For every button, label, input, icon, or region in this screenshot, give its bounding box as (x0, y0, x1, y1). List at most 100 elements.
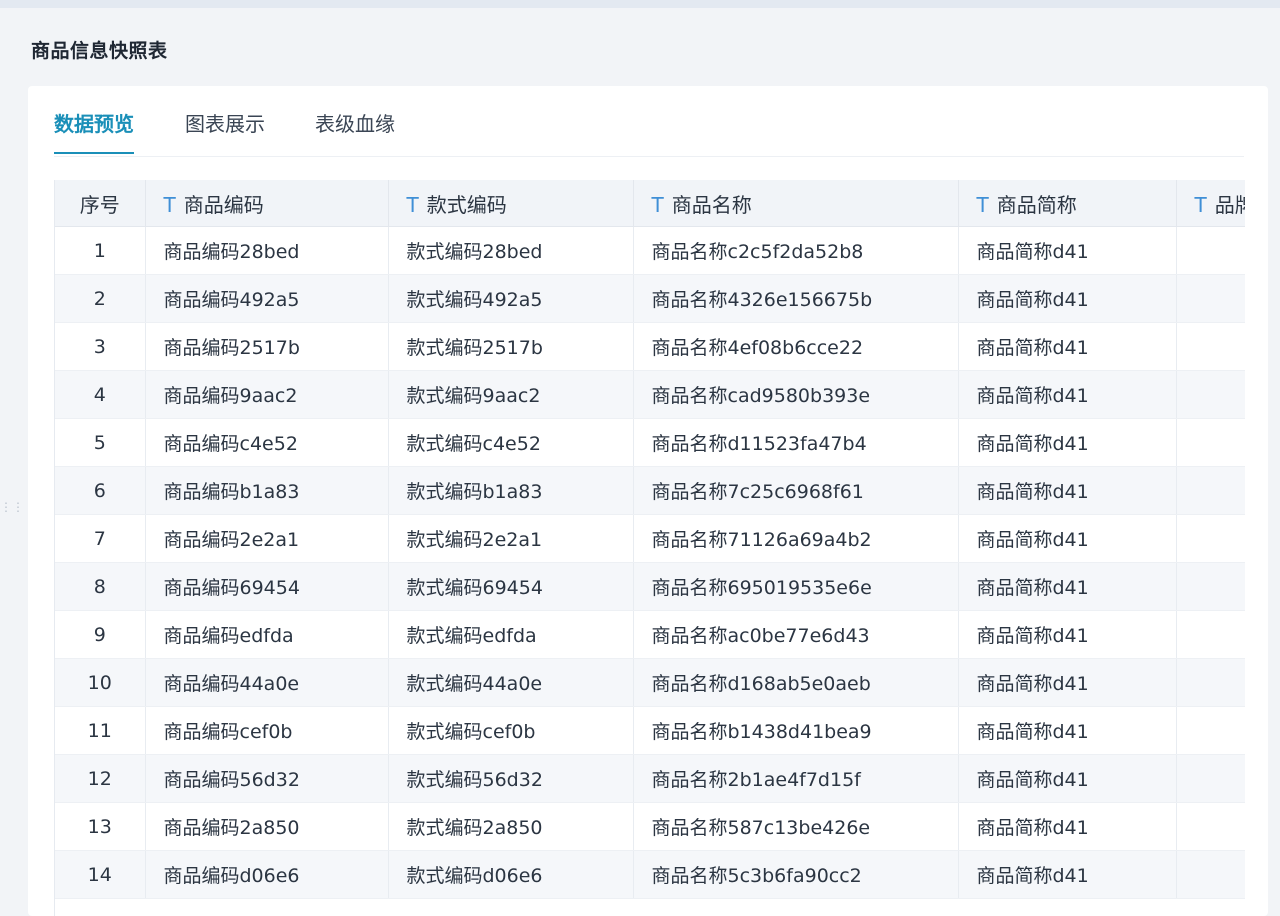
table-row[interactable]: 12 商品编码56d32 款式编码56d32 商品名称2b1ae4f7d15f 商品简称… (55, 754, 1245, 803)
cell-style-code: 款式编码2a850 (388, 802, 634, 851)
cell-style-code: 款式编码56d32 (388, 754, 634, 803)
text-type-icon: T (976, 192, 989, 217)
table-row[interactable]: 6 商品编码b1a83 款式编码b1a83 商品名称7c25c6968f61 商品简称d… (55, 466, 1245, 515)
cell-product-name: 商品名称695019535e6e (633, 562, 959, 611)
cell-product-code: 商品编码28bed (145, 226, 389, 275)
cell-product-short-name: 商品简称d41 (958, 562, 1177, 611)
cell-brand (1176, 274, 1245, 323)
cell-style-code: 款式编码b1a83 (388, 466, 634, 515)
table-row[interactable]: 2 商品编码492a5 款式编码492a5 商品名称4326e156675b 商品简称d… (55, 274, 1245, 323)
tab-chart-display[interactable]: 图表展示 (185, 108, 265, 154)
cell-product-short-name: 商品简称d41 (958, 850, 1177, 899)
cell-index: 13 (55, 802, 146, 851)
cell-product-short-name: 商品简称d41 (958, 370, 1177, 419)
cell-product-name: 商品名称4ef08b6cce22 (633, 322, 959, 371)
column-header-style-code[interactable]: T 款式编码 (388, 180, 634, 227)
cell-product-code: 商品编码edfda (145, 610, 389, 659)
cell-product-code: 商品编码56d32 (145, 754, 389, 803)
cell-product-name: 商品名称5c3b6fa90cc2 (633, 850, 959, 899)
cell-product-short-name: 商品简称d41 (958, 514, 1177, 563)
column-header-product-name[interactable]: T 商品名称 (633, 180, 959, 227)
cell-style-code: 款式编码cef0b (388, 706, 634, 755)
cell-product-name: 商品名称7c25c6968f61 (633, 466, 959, 515)
cell-product-code: 商品编码b1a83 (145, 466, 389, 515)
cell-product-short-name: 商品简称d41 (958, 658, 1177, 707)
cell-product-code: 商品编码2517b (145, 322, 389, 371)
table-row[interactable]: 9 商品编码edfda 款式编码edfda 商品名称ac0be77e6d43 商品简称d… (55, 610, 1245, 659)
cell-product-name: 商品名称587c13be426e (633, 802, 959, 851)
cell-product-code: 商品编码d06e6 (145, 850, 389, 899)
cell-index: 6 (55, 466, 146, 515)
tab-data-preview[interactable]: 数据预览 (54, 108, 134, 154)
column-header-brand[interactable]: T品牌 (1176, 180, 1245, 227)
cell-brand (1176, 802, 1245, 851)
table-row[interactable]: 3 商品编码2517b 款式编码2517b 商品名称4ef08b6cce22 商品简称d… (55, 322, 1245, 371)
cell-brand (1176, 466, 1245, 515)
page-title: 商品信息快照表 (31, 40, 168, 62)
table-row[interactable]: 14 商品编码d06e6 款式编码d06e6 商品名称5c3b6fa90cc2 商品简称… (55, 850, 1245, 899)
cell-product-code: 商品编码69454 (145, 562, 389, 611)
cell-product-code: 商品编码cef0b (145, 706, 389, 755)
table-row[interactable]: 10 商品编码44a0e 款式编码44a0e 商品名称d168ab5e0aeb 商品简称… (55, 658, 1245, 707)
cell-style-code: 款式编码44a0e (388, 658, 634, 707)
cell-brand (1176, 418, 1245, 467)
column-header-product-short-name[interactable]: T 商品简称 (958, 180, 1177, 227)
cell-index: 1 (55, 226, 146, 275)
cell-product-short-name: 商品简称d41 (958, 274, 1177, 323)
cell-brand (1176, 658, 1245, 707)
cell-product-name: 商品名称d11523fa47b4 (633, 418, 959, 467)
table-body: 1 商品编码28bed 款式编码28bed 商品名称c2c5f2da52b8 商品简称d… (55, 226, 1245, 899)
cell-index: 9 (55, 610, 146, 659)
text-type-icon: T (406, 192, 419, 217)
cell-index: 12 (55, 754, 146, 803)
cell-brand (1176, 562, 1245, 611)
cell-index: 11 (55, 706, 146, 755)
cell-style-code: 款式编码d06e6 (388, 850, 634, 899)
cell-style-code: 款式编码28bed (388, 226, 634, 275)
table-row[interactable]: 5 商品编码c4e52 款式编码c4e52 商品名称d11523fa47b4 商品简称d… (55, 418, 1245, 467)
text-type-icon: T (163, 192, 176, 217)
cell-brand (1176, 754, 1245, 803)
top-strip (0, 0, 1280, 8)
cell-brand (1176, 610, 1245, 659)
cell-index: 14 (55, 850, 146, 899)
cell-index: 10 (55, 658, 146, 707)
cell-product-code: 商品编码44a0e (145, 658, 389, 707)
table-row[interactable]: 4 商品编码9aac2 款式编码9aac2 商品名称cad9580b393e 商品简称d… (55, 370, 1245, 419)
column-header-index[interactable]: 序号 (55, 180, 146, 227)
drag-handle-icon[interactable]: ⋮⋮ (0, 501, 24, 529)
cell-product-name: 商品名称c2c5f2da52b8 (633, 226, 959, 275)
cell-style-code: 款式编码edfda (388, 610, 634, 659)
table-row[interactable]: 11 商品编码cef0b 款式编码cef0b 商品名称b1438d41bea9 商品简称… (55, 706, 1245, 755)
cell-product-short-name: 商品简称d41 (958, 226, 1177, 275)
table-row[interactable]: 1 商品编码28bed 款式编码28bed 商品名称c2c5f2da52b8 商品简称d… (55, 226, 1245, 275)
table-row[interactable]: 7 商品编码2e2a1 款式编码2e2a1 商品名称71126a69a4b2 商品简称d… (55, 514, 1245, 563)
cell-product-code: 商品编码c4e52 (145, 418, 389, 467)
table-row[interactable]: 8 商品编码69454 款式编码69454 商品名称695019535e6e 商品简称d… (55, 562, 1245, 611)
cell-index: 4 (55, 370, 146, 419)
cell-index: 8 (55, 562, 146, 611)
cell-product-short-name: 商品简称d41 (958, 466, 1177, 515)
column-header-product-code[interactable]: T 商品编码 (145, 180, 389, 227)
cell-brand (1176, 226, 1245, 275)
tab-table-lineage[interactable]: 表级血缘 (315, 108, 395, 154)
cell-index: 7 (55, 514, 146, 563)
cell-product-code: 商品编码492a5 (145, 274, 389, 323)
cell-brand (1176, 850, 1245, 899)
cell-style-code: 款式编码c4e52 (388, 418, 634, 467)
cell-product-code: 商品编码9aac2 (145, 370, 389, 419)
cell-index: 2 (55, 274, 146, 323)
cell-product-short-name: 商品简称d41 (958, 802, 1177, 851)
cell-product-code: 商品编码2a850 (145, 802, 389, 851)
data-table-container: 序号 T商品编码 T款式编码 T商品名称 T商品简称 T品牌 1商品编码28be… (54, 180, 1245, 916)
cell-style-code: 款式编码492a5 (388, 274, 634, 323)
cell-product-short-name: 商品简称d41 (958, 418, 1177, 467)
cell-brand (1176, 322, 1245, 371)
table-row[interactable]: 13 商品编码2a850 款式编码2a850 商品名称587c13be426e 商品简称… (55, 802, 1245, 851)
cell-index: 5 (55, 418, 146, 467)
cell-product-short-name: 商品简称d41 (958, 322, 1177, 371)
cell-brand (1176, 370, 1245, 419)
cell-product-name: 商品名称4326e156675b (633, 274, 959, 323)
cell-style-code: 款式编码69454 (388, 562, 634, 611)
cell-style-code: 款式编码2e2a1 (388, 514, 634, 563)
